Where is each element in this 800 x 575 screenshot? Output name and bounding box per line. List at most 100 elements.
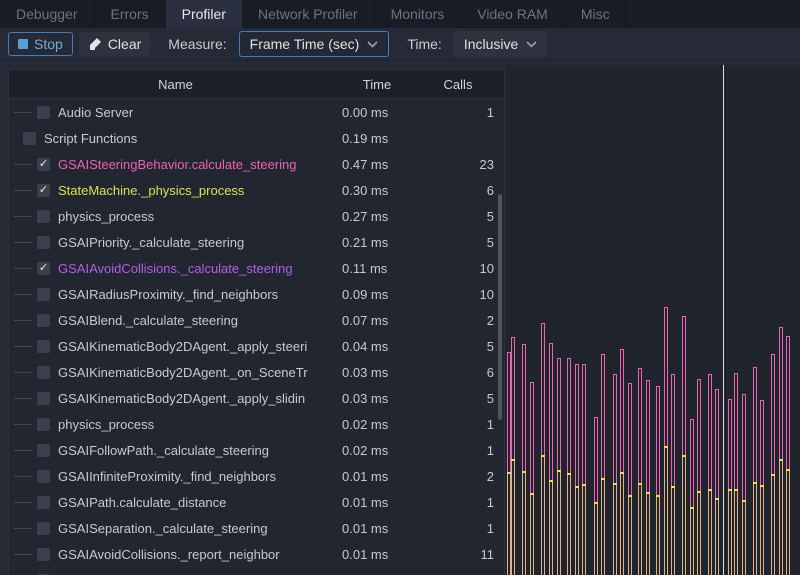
table-row[interactable]: physics_process0.27 ms5 bbox=[9, 203, 504, 229]
scrollbar-thumb[interactable] bbox=[498, 194, 502, 420]
row-checkbox[interactable] bbox=[37, 444, 50, 457]
frame-bar[interactable] bbox=[728, 399, 732, 575]
row-name: GSAIAvoidCollisions._calculate_steering bbox=[58, 261, 342, 276]
frame-bar[interactable] bbox=[549, 343, 553, 575]
frame-bar[interactable] bbox=[708, 374, 712, 575]
table-row[interactable]: ✓ GSAIAvoidCollisions._calculate_steering… bbox=[9, 255, 504, 281]
frame-bar[interactable] bbox=[557, 358, 561, 575]
frame-bar[interactable] bbox=[511, 337, 515, 575]
frame-bar[interactable] bbox=[753, 367, 757, 575]
frame-bar[interactable] bbox=[567, 358, 571, 575]
frame-bar[interactable] bbox=[656, 386, 660, 575]
tree-line bbox=[14, 320, 32, 321]
tab-errors[interactable]: Errors bbox=[95, 0, 166, 28]
row-calls: 23 bbox=[412, 157, 504, 172]
stop-button[interactable]: Stop bbox=[8, 32, 73, 56]
frame-bar[interactable] bbox=[620, 349, 624, 575]
frame-bar[interactable] bbox=[779, 327, 783, 575]
row-calls: 1 bbox=[412, 443, 504, 458]
row-checkbox[interactable] bbox=[37, 106, 50, 119]
table-row[interactable]: GSAIPath.calculate_distance0.01 ms1 bbox=[9, 489, 504, 515]
frame-bar[interactable] bbox=[628, 383, 632, 575]
table-row[interactable]: Script Functions0.19 ms bbox=[9, 125, 504, 151]
frame-bar[interactable] bbox=[786, 336, 790, 575]
frame-bar[interactable] bbox=[522, 344, 526, 575]
frame-bar[interactable] bbox=[682, 316, 686, 575]
table-row[interactable]: GSAIBlend._calculate_steering0.07 ms2 bbox=[9, 307, 504, 333]
table-scrollbar[interactable] bbox=[498, 98, 502, 575]
frame-bar[interactable] bbox=[575, 364, 579, 575]
table-row[interactable]: GSAIKinematicBody2DAgent._on_SceneTr0.03… bbox=[9, 359, 504, 385]
frame-bar[interactable] bbox=[771, 354, 775, 575]
row-checkbox[interactable] bbox=[37, 366, 50, 379]
row-checkbox[interactable] bbox=[37, 392, 50, 405]
measure-dropdown[interactable]: Frame Time (sec) bbox=[239, 31, 390, 57]
table-row[interactable]: GSAISeparation._calculate_steering0.01 m… bbox=[9, 515, 504, 541]
table-row[interactable]: GSAIInfiniteProximity._find_neighbors0.0… bbox=[9, 463, 504, 489]
time-dropdown[interactable]: Inclusive bbox=[454, 31, 547, 57]
frame-bar[interactable] bbox=[715, 389, 719, 575]
row-checkbox[interactable] bbox=[37, 210, 50, 223]
table-row[interactable]: ✓GSAISteeringBehavior.calculate_steering… bbox=[9, 151, 504, 177]
table-row[interactable]: Projectile._physics_proc0.01 ms2 bbox=[9, 567, 504, 575]
frame-bar[interactable] bbox=[638, 368, 642, 575]
frame-bar[interactable] bbox=[601, 354, 605, 575]
table-row[interactable]: GSAIKinematicBody2DAgent._apply_slidin0.… bbox=[9, 385, 504, 411]
row-checkbox[interactable] bbox=[37, 236, 50, 249]
frame-bar[interactable] bbox=[742, 394, 746, 575]
table-pane: Name Time Calls Audio Server0.00 ms1Scri… bbox=[0, 61, 505, 575]
tree-line bbox=[14, 528, 32, 529]
tab-monitors[interactable]: Monitors bbox=[375, 0, 462, 28]
frame-bar[interactable] bbox=[697, 379, 701, 575]
tab-profiler[interactable]: Profiler bbox=[166, 0, 242, 28]
graph-canvas[interactable] bbox=[505, 65, 800, 575]
table-row[interactable]: physics_process0.02 ms1 bbox=[9, 411, 504, 437]
chevron-down-icon bbox=[367, 41, 378, 48]
table-row[interactable]: Audio Server0.00 ms1 bbox=[9, 99, 504, 125]
column-header-time[interactable]: Time bbox=[342, 77, 412, 92]
row-checkbox[interactable] bbox=[37, 548, 50, 561]
frame-bar[interactable] bbox=[541, 323, 545, 575]
table-row[interactable]: GSAIPriority._calculate_steering0.21 ms5 bbox=[9, 229, 504, 255]
clear-button[interactable]: Clear bbox=[79, 32, 150, 56]
bar-tan-segment bbox=[690, 509, 694, 575]
column-header-calls[interactable]: Calls bbox=[412, 77, 504, 92]
profiler-graph[interactable] bbox=[505, 65, 800, 575]
frame-bar[interactable] bbox=[613, 374, 617, 575]
frame-bar[interactable] bbox=[664, 307, 668, 575]
row-checkbox[interactable] bbox=[37, 522, 50, 535]
row-checkbox[interactable] bbox=[37, 340, 50, 353]
tab-network-profiler[interactable]: Network Profiler bbox=[242, 0, 375, 28]
row-checkbox[interactable]: ✓ bbox=[37, 158, 50, 171]
column-header-name[interactable]: Name bbox=[9, 77, 342, 92]
frame-bar[interactable] bbox=[594, 417, 598, 575]
tree-line bbox=[14, 424, 32, 425]
bar-magenta-segment bbox=[728, 399, 732, 489]
frame-bar[interactable] bbox=[671, 374, 675, 575]
row-checkbox[interactable] bbox=[23, 132, 36, 145]
frame-bar[interactable] bbox=[646, 380, 650, 575]
frame-bar[interactable] bbox=[760, 400, 764, 575]
bar-magenta-segment bbox=[530, 382, 534, 493]
table-row[interactable]: ✓StateMachine._physics_process0.30 ms6 bbox=[9, 177, 504, 203]
table-row[interactable]: GSAIRadiusProximity._find_neighbors0.09 … bbox=[9, 281, 504, 307]
frame-bar[interactable] bbox=[530, 382, 534, 575]
tree-line bbox=[14, 268, 32, 269]
table-row[interactable]: GSAIFollowPath._calculate_steering0.02 m… bbox=[9, 437, 504, 463]
row-checkbox[interactable]: ✓ bbox=[37, 262, 50, 275]
frame-bar[interactable] bbox=[734, 373, 738, 575]
table-row[interactable]: GSAIKinematicBody2DAgent._apply_steeri0.… bbox=[9, 333, 504, 359]
frame-bar[interactable] bbox=[582, 364, 586, 575]
row-checkbox[interactable] bbox=[37, 496, 50, 509]
row-checkbox[interactable]: ✓ bbox=[37, 184, 50, 197]
bar-tan-segment bbox=[742, 502, 746, 575]
row-checkbox[interactable] bbox=[37, 470, 50, 483]
row-checkbox[interactable] bbox=[37, 314, 50, 327]
table-row[interactable]: GSAIAvoidCollisions._report_neighbor0.01… bbox=[9, 541, 504, 567]
frame-bar[interactable] bbox=[690, 419, 694, 575]
tab-debugger[interactable]: Debugger bbox=[0, 0, 95, 28]
row-checkbox[interactable] bbox=[37, 418, 50, 431]
tab-misc[interactable]: Misc bbox=[565, 0, 627, 28]
row-checkbox[interactable] bbox=[37, 288, 50, 301]
tab-video-ram[interactable]: Video RAM bbox=[461, 0, 565, 28]
